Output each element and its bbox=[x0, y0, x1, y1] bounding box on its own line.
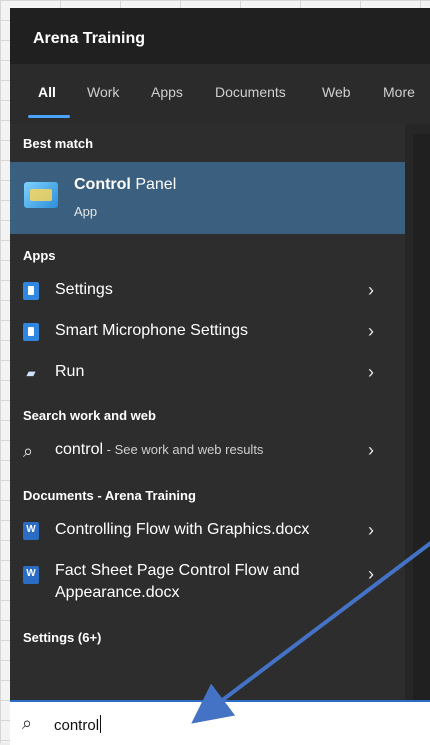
annotation-arrow-line bbox=[191, 541, 430, 724]
annotation-arrow bbox=[191, 541, 430, 724]
